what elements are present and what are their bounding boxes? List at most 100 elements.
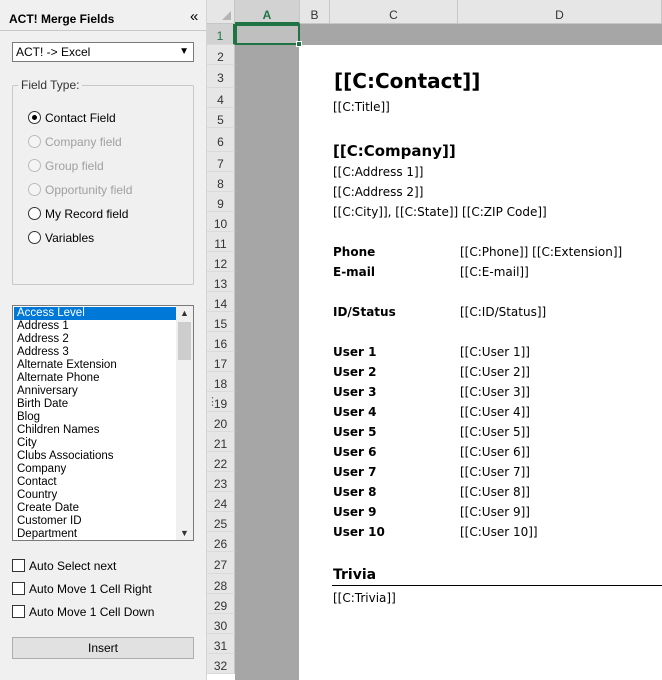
list-item[interactable]: Contact	[14, 476, 176, 489]
row-header[interactable]: 28	[207, 574, 235, 594]
radio-contact-field[interactable]: Contact Field	[28, 110, 116, 126]
radio-label: My Record field	[45, 207, 129, 221]
address2-field: [[C:Address 2]]	[333, 185, 424, 199]
row-header[interactable]: 17	[207, 352, 235, 372]
insert-button[interactable]: Insert	[12, 637, 194, 659]
radio-indicator	[28, 111, 41, 124]
auto-move-right-checkbox[interactable]: Auto Move 1 Cell Right	[12, 581, 152, 597]
user-field: [[C:User 2]]	[460, 365, 530, 379]
list-item[interactable]: Department	[14, 528, 176, 540]
row-header[interactable]: 30	[207, 614, 235, 634]
column-header-d[interactable]: D	[458, 0, 662, 24]
row-header[interactable]: 3	[207, 65, 235, 88]
column-header-c[interactable]: C	[330, 0, 458, 24]
row-header[interactable]: 13	[207, 272, 235, 292]
checkbox-box	[12, 605, 25, 618]
list-item[interactable]: Children Names	[14, 424, 176, 437]
user-field: [[C:User 5]]	[460, 425, 530, 439]
row-header[interactable]: 24	[207, 492, 235, 512]
list-item[interactable]: Birth Date	[14, 398, 176, 411]
email-field: [[C:E-mail]]	[460, 265, 529, 279]
row-header[interactable]: 16	[207, 332, 235, 352]
row-header[interactable]: 7	[207, 152, 235, 172]
list-item[interactable]: Blog	[14, 411, 176, 424]
list-item[interactable]: Anniversary	[14, 385, 176, 398]
user-label: User 9	[333, 505, 377, 519]
merge-fields-panel: ACT! Merge Fields « ACT! -> Excel ▼ Fiel…	[0, 0, 207, 680]
checkbox-box	[12, 582, 25, 595]
email-label: E-mail	[333, 265, 376, 279]
radio-variables[interactable]: Variables	[28, 230, 94, 246]
row-header[interactable]: 8	[207, 172, 235, 192]
trivia-underline	[332, 585, 662, 586]
row-header[interactable]: 11	[207, 232, 235, 252]
radio-label: Opportunity field	[45, 183, 133, 197]
radio-label: Variables	[45, 231, 95, 245]
row-header[interactable]: 22	[207, 452, 235, 472]
checkbox-label: Auto Move 1 Cell Right	[29, 582, 152, 596]
list-item[interactable]: Company	[14, 463, 176, 476]
list-item[interactable]: Alternate Phone	[14, 372, 176, 385]
scroll-up-icon[interactable]: ▲	[176, 306, 193, 320]
panel-resize-grip[interactable]: ⋮	[207, 395, 218, 408]
row-header[interactable]: 27	[207, 552, 235, 574]
field-listbox[interactable]: Access Level Address 1 Address 2 Address 3A…	[12, 305, 194, 541]
radio-indicator	[28, 135, 41, 148]
user-field: [[C:User 1]]	[460, 345, 530, 359]
list-item[interactable]: Create Date	[14, 502, 176, 515]
active-cell-a1[interactable]	[235, 24, 302, 47]
row-header[interactable]: 20	[207, 412, 235, 432]
user-label: User 10	[333, 525, 385, 539]
row-header[interactable]: 4	[207, 88, 235, 108]
list-item[interactable]: City	[14, 437, 176, 450]
row-header[interactable]: 23	[207, 472, 235, 492]
chevron-down-icon: ▼	[179, 46, 189, 57]
row-header[interactable]: 32	[207, 654, 235, 674]
row-header[interactable]: 14	[207, 292, 235, 312]
column-header-a[interactable]: A	[235, 0, 300, 24]
row-header[interactable]: 26	[207, 532, 235, 552]
scroll-thumb[interactable]	[178, 322, 191, 360]
radio-label: Company field	[45, 135, 122, 149]
list-item[interactable]: Access Level	[14, 307, 176, 320]
select-all-corner[interactable]	[207, 0, 235, 24]
list-item[interactable]: Country	[14, 489, 176, 502]
row-header[interactable]: 10	[207, 212, 235, 232]
row-header[interactable]: 25	[207, 512, 235, 532]
radio-my-record-field[interactable]: My Record field	[28, 206, 128, 222]
list-item[interactable]: Customer ID	[14, 515, 176, 528]
phone-label: Phone	[333, 245, 376, 259]
list-item[interactable]: Alternate Extension	[14, 359, 176, 372]
list-item[interactable]: Address 1	[14, 320, 176, 333]
auto-move-down-checkbox[interactable]: Auto Move 1 Cell Down	[12, 604, 154, 620]
list-item[interactable]: Clubs Associations	[14, 450, 176, 463]
radio-opportunity-field[interactable]: Opportunity field	[28, 182, 132, 198]
row-header[interactable]: 9	[207, 192, 235, 212]
list-item[interactable]: Address 2	[14, 333, 176, 346]
user-label: User 5	[333, 425, 377, 439]
collapse-panel-icon[interactable]: «	[190, 8, 198, 26]
merge-direction-value: ACT! -> Excel	[16, 45, 91, 59]
auto-select-next-checkbox[interactable]: Auto Select next	[12, 558, 116, 574]
list-scrollbar[interactable]: ▲ ▼	[176, 306, 193, 540]
user-label: User 2	[333, 365, 377, 379]
row-header[interactable]: 5	[207, 108, 235, 128]
row-header[interactable]: 18	[207, 372, 235, 392]
row-header[interactable]: 29	[207, 594, 235, 614]
radio-company-field[interactable]: Company field	[28, 134, 122, 150]
fill-handle[interactable]	[296, 41, 302, 47]
user-label: User 8	[333, 485, 377, 499]
row-header[interactable]: 1	[207, 24, 235, 45]
row-header[interactable]: 15	[207, 312, 235, 332]
row-header[interactable]: 6	[207, 128, 235, 152]
row-header[interactable]: 12	[207, 252, 235, 272]
user-label: User 1	[333, 345, 377, 359]
scroll-down-icon[interactable]: ▼	[176, 526, 193, 540]
merge-direction-select[interactable]: ACT! -> Excel ▼	[12, 42, 194, 62]
row-header[interactable]: 31	[207, 634, 235, 654]
row-header[interactable]: 2	[207, 45, 235, 65]
list-item[interactable]: Address 3	[14, 346, 176, 359]
row-header[interactable]: 21	[207, 432, 235, 452]
column-header-b[interactable]: B	[300, 0, 330, 24]
radio-group-field[interactable]: Group field	[28, 158, 104, 174]
